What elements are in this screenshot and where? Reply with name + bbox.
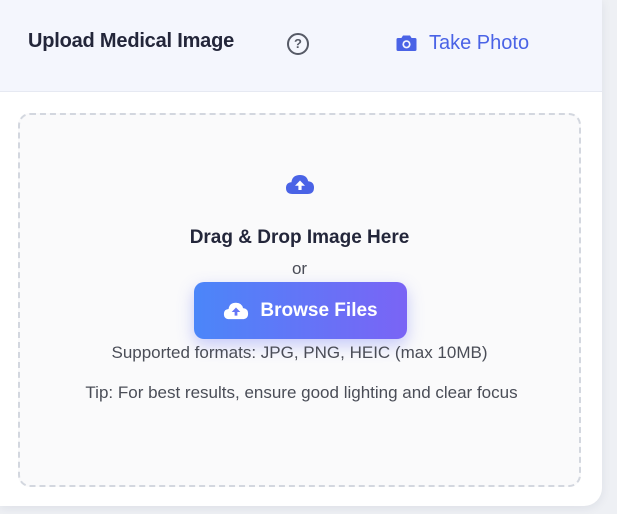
take-photo-button[interactable]: Take Photo (396, 28, 529, 58)
question-circle-icon[interactable]: ? (287, 33, 309, 55)
upload-card: Upload Medical Image ? Take Photo Drag &… (0, 0, 602, 506)
cloud-upload-icon (286, 175, 314, 194)
drop-zone-or: or (291, 259, 308, 278)
browse-files-label: Browse Files (260, 299, 378, 321)
card-header: Upload Medical Image ? Take Photo (0, 0, 602, 92)
supported-formats-text: Supported formats: JPG, PNG, HEIC (max 1… (111, 343, 488, 362)
drop-zone[interactable]: Drag & Drop Image Here or Browse Files S… (18, 113, 581, 487)
drop-zone-heading: Drag & Drop Image Here (189, 227, 410, 248)
tip-text: Tip: For best results, ensure good light… (85, 383, 518, 402)
take-photo-label: Take Photo (429, 31, 530, 54)
browse-files-button[interactable]: Browse Files (194, 282, 407, 339)
cloud-upload-icon (224, 302, 249, 320)
card-title: Upload Medical Image (28, 30, 235, 52)
camera-icon (396, 35, 417, 51)
